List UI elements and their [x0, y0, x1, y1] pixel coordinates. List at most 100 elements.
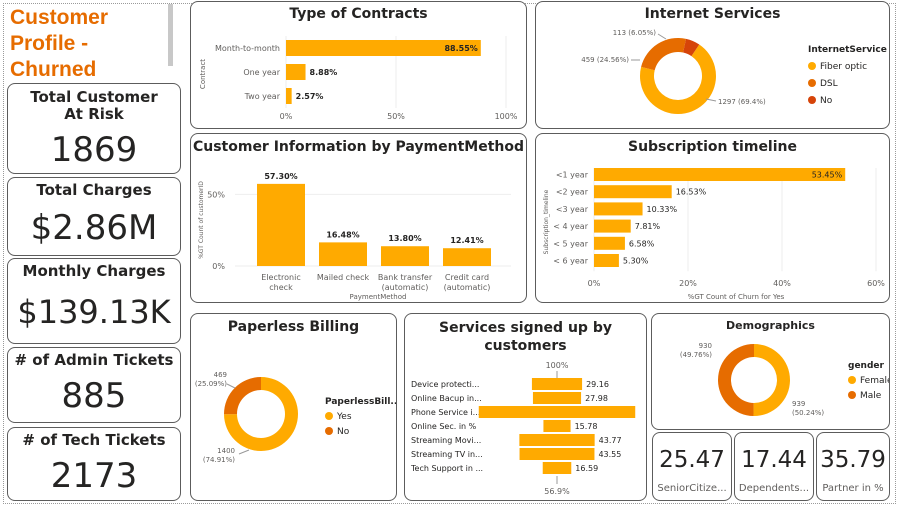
data-label: 10.33%	[647, 205, 678, 214]
funnel-category-label: Online Bacup in...	[411, 394, 482, 403]
y-tick-label: 50%	[207, 190, 225, 199]
bar	[286, 88, 292, 104]
funnel-category-label: Phone Service i...	[411, 408, 480, 417]
donut-slice	[641, 37, 687, 71]
funnel-bar	[478, 406, 636, 418]
legend-title: PaperlessBill...	[325, 397, 396, 407]
data-label: 5.30%	[623, 257, 649, 266]
leader-line	[657, 33, 667, 40]
kpi-card-monthly-charges: Monthly Charges $139.13K	[7, 258, 181, 344]
kpi-label: # of Admin Tickets	[14, 351, 174, 369]
legend-title: InternetService	[808, 45, 887, 55]
y-tick-label: 0%	[212, 262, 225, 271]
services-chart: 100% Device protecti... 29.16 Online Bacup …	[410, 361, 636, 496]
data-label: 27.98	[585, 394, 608, 403]
legend-label: Yes	[336, 412, 352, 422]
chart-title: Subscription timeline	[627, 139, 797, 155]
data-label: 7.81%	[635, 222, 661, 231]
kpi-value: 17.44	[741, 447, 807, 473]
funnel-bar	[531, 378, 583, 390]
demographics-card: Demographics 939 (50.24%) 930 (49.76%) gende…	[651, 313, 890, 430]
data-label: 939 (50.24%)	[792, 400, 824, 417]
y-tick-label: Two year	[244, 92, 281, 101]
title-scrollbar[interactable]	[168, 4, 173, 66]
kpi-card-total-charges: Total Charges $2.86M	[7, 177, 181, 256]
bar	[594, 202, 643, 216]
legend-marker	[808, 79, 816, 87]
x-tick-label: 50%	[387, 112, 405, 121]
kpi-value: 2173	[50, 456, 138, 496]
y-axis-label: Subscription_timeline	[543, 189, 550, 254]
bar	[594, 254, 619, 267]
legend-marker	[325, 412, 333, 420]
leader-line	[226, 383, 236, 389]
x-tick-label: Credit card (automatic)	[444, 273, 491, 292]
kpi-value: $139.13K	[17, 293, 171, 331]
kpi-value: 885	[61, 376, 127, 416]
y-tick-label: <2 year	[556, 188, 589, 197]
contracts-chart-card: Type of Contracts Contract 0% 50% 100% Month…	[190, 1, 527, 129]
kpi-label: Monthly Charges	[22, 262, 166, 280]
legend-label: No	[820, 96, 833, 106]
subscription-timeline-chart: Subscription_timeline 0% 20% 40% 60% <1 year 5…	[543, 168, 885, 301]
x-tick-label: 20%	[679, 279, 697, 288]
funnel-bar	[519, 434, 595, 446]
y-tick-label: <1 year	[556, 171, 589, 180]
internet-services-card: Internet Services 1297 (69.4%) 459 (24.56…	[535, 1, 890, 129]
data-label: 1297 (69.4%)	[718, 98, 766, 106]
payment-method-card: Customer Information by PaymentMethod %G…	[190, 133, 527, 303]
x-tick-label: Mailed check	[317, 273, 370, 282]
chart-title: Internet Services	[644, 6, 781, 22]
bar	[319, 242, 367, 266]
bar	[381, 246, 429, 266]
legend-marker	[848, 376, 856, 384]
data-label: 13.80%	[388, 234, 421, 243]
kpi-label: # of Tech Tickets	[22, 431, 166, 449]
x-axis-label: %GT Count of Churn for Yes	[688, 293, 785, 301]
x-tick-label: 60%	[867, 279, 885, 288]
data-label: 8.88%	[310, 68, 338, 77]
kpi-card-customers-at-risk: Total Customer At Risk 1869	[7, 83, 181, 174]
funnel-bar	[532, 392, 582, 404]
data-label: 113 (6.05%)	[613, 29, 657, 37]
internet-services-chart: 1297 (69.4%) 459 (24.56%) 113 (6.05%) Inter…	[581, 29, 887, 115]
funnel-category-label: Tech Support in ...	[410, 464, 483, 473]
data-label: 6.58%	[629, 239, 655, 248]
x-axis-label: PaymentMethod	[350, 293, 407, 301]
funnel-top-label: 100%	[546, 361, 569, 370]
y-tick-label: < 4 year	[553, 222, 588, 231]
kpi-value: 35.79	[820, 447, 886, 473]
legend-marker	[325, 427, 333, 435]
donut-slice	[753, 344, 790, 416]
data-label: 53.45%	[812, 171, 843, 180]
legend-label: No	[337, 427, 350, 437]
funnel-bar	[519, 448, 595, 460]
chart-title: Customer Information by PaymentMethod	[192, 139, 525, 155]
y-tick-label: <3 year	[556, 205, 589, 214]
kpi-card-admin-tickets: # of Admin Tickets 885	[7, 347, 181, 423]
funnel-bar	[543, 420, 571, 432]
leader-line	[705, 98, 717, 102]
x-tick-label: 40%	[773, 279, 791, 288]
partner-card: 35.79 Partner in %	[816, 432, 890, 501]
legend-label: DSL	[820, 79, 838, 89]
chart-title: Services signed up by customers	[439, 320, 612, 354]
bar	[594, 236, 625, 250]
x-tick-label: Bank transfer (automatic)	[378, 273, 433, 292]
data-label: 57.30%	[264, 172, 297, 181]
page-title: Customer Profile - Churned	[10, 6, 109, 81]
legend-title: gender	[848, 361, 885, 371]
chart-title: Type of Contracts	[289, 6, 428, 22]
y-tick-label: Month-to-month	[215, 44, 280, 53]
funnel-category-label: Streaming Movi...	[411, 436, 481, 445]
leader-line	[238, 449, 250, 455]
donut-slice	[717, 344, 754, 416]
funnel-category-label: Online Sec. in %	[411, 422, 477, 431]
kpi-value: 25.47	[659, 447, 725, 473]
bar	[443, 248, 491, 266]
kpi-card-tech-tickets: # of Tech Tickets 2173	[7, 427, 181, 501]
demographics-chart: 939(50.24%) 930(49.76%) gender Female Male	[680, 342, 889, 417]
kpi-label: Partner in %	[822, 483, 884, 494]
y-axis-label: Contract	[199, 59, 207, 89]
data-label: 43.55	[598, 450, 621, 459]
